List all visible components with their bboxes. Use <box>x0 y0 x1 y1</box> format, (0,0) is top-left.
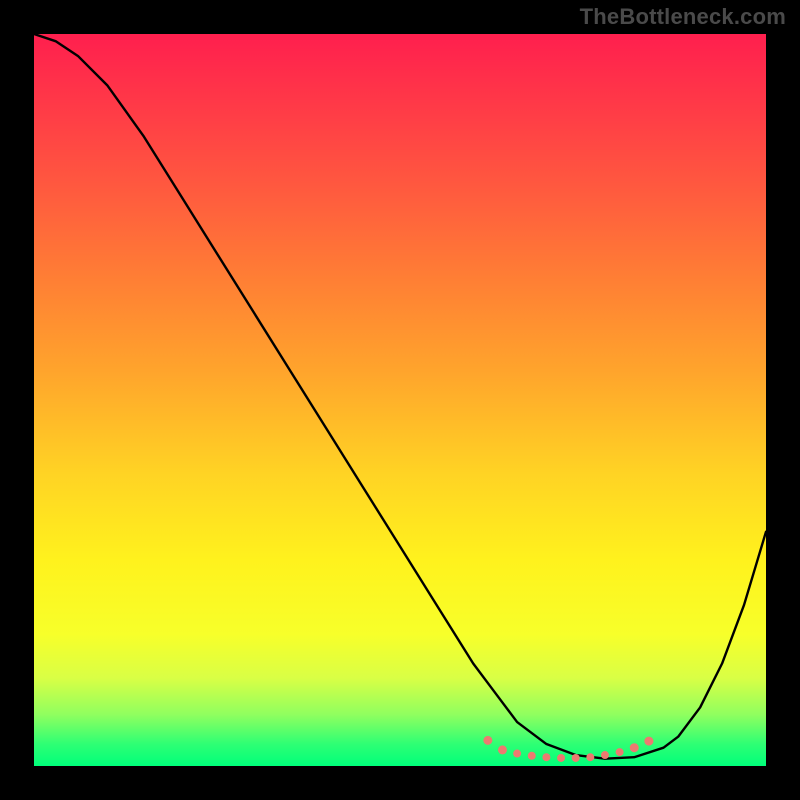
bottleneck-curve <box>34 34 766 759</box>
highlight-marker <box>528 752 536 760</box>
highlight-marker <box>483 736 492 745</box>
highlight-marker <box>644 737 653 746</box>
watermark-text: TheBottleneck.com <box>580 4 786 30</box>
chart-frame: TheBottleneck.com <box>0 0 800 800</box>
highlight-marker <box>616 748 624 756</box>
highlight-marker <box>542 753 550 761</box>
highlight-marker <box>557 754 565 762</box>
curve-layer <box>34 34 766 766</box>
highlight-marker <box>572 754 580 762</box>
highlight-marker <box>601 751 609 759</box>
highlight-marker <box>498 745 507 754</box>
highlight-marker <box>630 743 639 752</box>
plot-area <box>34 34 766 766</box>
highlight-marker <box>513 750 521 758</box>
highlight-marker <box>586 753 594 761</box>
